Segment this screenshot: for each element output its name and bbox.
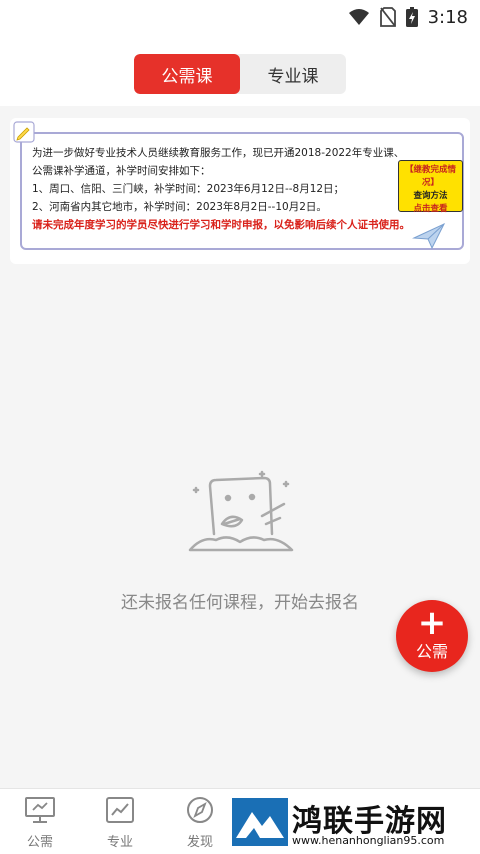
banner-line: 2、河南省内其它地市，补学时间：2023年8月2日--10月2日。: [32, 201, 327, 213]
status-bar: 3:18: [0, 0, 480, 34]
watermark: 鸿联手游网 www.henanhonglian95.com: [232, 794, 480, 854]
no-sim-icon: [379, 7, 396, 27]
fab-label: 公需: [415, 642, 448, 661]
tab-public-course[interactable]: 公需课: [134, 54, 240, 94]
nav-label: 发现: [186, 835, 213, 850]
banner-line: 1、周口、信阳、三门峡，补学时间：2023年6月12日--8月12日；: [32, 183, 345, 195]
wifi-icon: [348, 9, 369, 25]
banner-text: 为进一步做好专业技术人员继续教育服务工作，现已开通2018-2022年专业课、 …: [32, 144, 410, 234]
tab-professional-course[interactable]: 专业课: [240, 54, 346, 94]
sticker-title: 【继教完成情况】: [404, 165, 456, 188]
nav-item-public[interactable]: 公需: [0, 795, 80, 851]
nav-label: 专业: [106, 835, 133, 850]
banner-line: 公需课补学通道，补学时间安排如下：: [32, 165, 211, 177]
monitor-icon: [25, 797, 55, 823]
query-method-sticker[interactable]: 【继教完成情况】 查询方法 点击查看: [398, 160, 463, 214]
battery-charging-icon: [405, 7, 418, 27]
nav-item-discover[interactable]: 发现: [160, 795, 240, 851]
paper-plane-icon: [412, 222, 446, 250]
watermark-url: www.henanhonglian95.com: [292, 834, 445, 847]
course-type-switch: 公需课 专业课: [134, 54, 346, 94]
watermark-logo: [232, 798, 288, 846]
compass-icon: [187, 797, 213, 823]
empty-state-illustration: [188, 470, 294, 552]
plus-icon: +: [417, 603, 447, 643]
sticker-subtitle: 查询方法: [413, 191, 448, 201]
status-icons: 3:18: [348, 6, 468, 28]
pencil-icon: [13, 121, 35, 143]
enroll-public-fab[interactable]: + 公需: [396, 600, 468, 672]
nav-item-professional[interactable]: 专业: [80, 795, 160, 851]
sticker-link[interactable]: 点击查看: [399, 203, 462, 216]
banner-line: 为进一步做好专业技术人员继续教育服务工作，现已开通2018-2022年专业课、: [32, 147, 405, 159]
nav-label: 公需: [26, 835, 53, 850]
chart-icon: [106, 797, 134, 823]
header: 公需课 专业课: [0, 34, 480, 106]
banner-warning: 请未完成年度学习的学员尽快进行学习和学时申报，以免影响后续个人证书使用。: [32, 219, 410, 231]
status-time: 3:18: [427, 6, 468, 28]
